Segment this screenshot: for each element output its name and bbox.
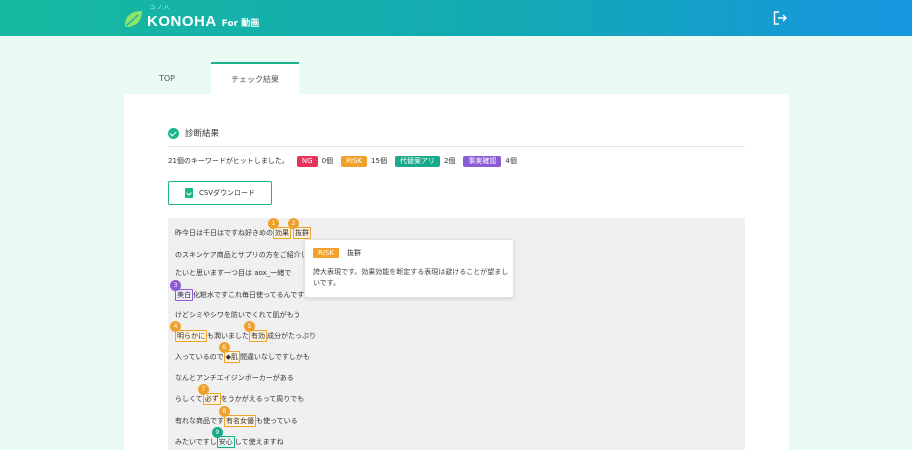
tooltip-description: 誇大表現です。効果効能を断定する表現は避けることが望ましいです。 bbox=[313, 268, 509, 287]
keyword-number: 1 bbox=[268, 218, 279, 229]
line-text: なんとアンチエイジンボーカーがある bbox=[175, 374, 294, 382]
keyword-highlight[interactable]: 7 必ず bbox=[197, 384, 221, 405]
keyword-number: 5 bbox=[244, 321, 255, 332]
line-text: 成分がたっぷり bbox=[267, 332, 316, 340]
ng-count: 0個 bbox=[321, 157, 334, 165]
result-summary: 21個のキーワードがヒットしました。 NG 0個 RISK 15個 代替案アリ … bbox=[168, 155, 517, 167]
logout-icon[interactable] bbox=[772, 10, 788, 26]
leaf-icon bbox=[123, 9, 143, 29]
keyword-highlight[interactable]: 1 効果 bbox=[268, 218, 291, 239]
line-text: して使えますね bbox=[234, 438, 284, 446]
keyword-highlight[interactable]: 2 抜群 bbox=[288, 218, 311, 239]
tooltip-keyword: 抜群 bbox=[346, 249, 361, 257]
logo-main-text: KONOHA bbox=[147, 12, 217, 30]
transcript-line: なんとアンチエイジンボーカーがある bbox=[175, 371, 294, 385]
keyword-text: 効果 bbox=[275, 229, 289, 237]
divider bbox=[168, 146, 745, 147]
transcript-line: たいと思います一つ目は aox_一緒で bbox=[175, 266, 291, 280]
transcript-line: らしくて 7 必ず をうかがえるって周りでも bbox=[175, 384, 305, 406]
check-circle-icon bbox=[168, 127, 179, 139]
csv-download-button[interactable]: CSVダウンロード bbox=[168, 181, 272, 205]
keyword-highlight[interactable]: 6 ◆肌 bbox=[218, 342, 241, 363]
keyword-text: 安心 bbox=[218, 438, 233, 446]
transcript-line: 昨今日は千日はですね好きめの 1 効果 2 抜群 bbox=[175, 218, 311, 240]
tooltip-risk-badge: RISK bbox=[313, 248, 339, 258]
keyword-text: 有名女優 bbox=[226, 417, 254, 425]
alternative-badge: 代替案アリ bbox=[394, 155, 440, 167]
fact-check-badge: 事実確認 bbox=[463, 155, 502, 167]
logo-ruby-text: コノハ bbox=[150, 5, 172, 11]
fact-check-count: 4個 bbox=[505, 157, 517, 165]
keyword-highlight[interactable]: 3 美白 bbox=[170, 280, 193, 301]
keyword-text: 美白 bbox=[177, 291, 191, 299]
line-text: けどシミやシワを防いでくれて肌がもう bbox=[175, 311, 301, 319]
logo-sub-text: For 動画 bbox=[221, 18, 260, 29]
transcript-line: けどシミやシワを防いでくれて肌がもう bbox=[175, 308, 300, 322]
transcript-line: みたいですし 9 安心 して使えますね bbox=[175, 427, 284, 449]
tooltip-header: RISK 抜群 bbox=[313, 248, 361, 258]
keyword-number: 4 bbox=[170, 321, 181, 332]
tab-top[interactable]: TOP bbox=[124, 62, 210, 94]
ng-badge: NG bbox=[296, 155, 318, 167]
keyword-highlight[interactable]: 4 明らかに bbox=[170, 321, 207, 342]
line-text: らしくて bbox=[175, 395, 203, 403]
keyword-number: 9 bbox=[211, 427, 223, 438]
keyword-text: 必ず bbox=[204, 395, 219, 403]
keyword-text: 抜群 bbox=[295, 229, 309, 237]
line-text: をうかがえるって周りでも bbox=[220, 395, 305, 403]
keyword-number: 3 bbox=[170, 280, 181, 291]
alternative-count: 2個 bbox=[443, 157, 456, 165]
line-text: みたいですし bbox=[175, 438, 217, 446]
keyword-text: ◆肌 bbox=[225, 353, 239, 361]
transcript-line: のスキンケア商品とサプリの方をご紹介し bbox=[175, 248, 308, 262]
summary-text: 21個のキーワードがヒットしました。 bbox=[168, 157, 289, 165]
transcript-line: 4 明らかに も潤いました 5 有効 成分がたっぷり bbox=[170, 321, 316, 343]
line-text: 化粧水ですこれ毎日使ってるんです bbox=[193, 291, 305, 299]
line-text: 昨今日は千日はですね好きめの bbox=[175, 229, 273, 237]
csv-download-label: CSVダウンロード bbox=[198, 189, 256, 197]
risk-count: 15個 bbox=[371, 157, 387, 165]
keyword-highlight[interactable]: 9 安心 bbox=[211, 427, 235, 448]
line-text: も使っている bbox=[256, 417, 298, 425]
transcript-line: 3 美白 化粧水ですこれ毎日使ってるんです bbox=[170, 280, 305, 302]
keyword-number: 6 bbox=[218, 342, 230, 353]
transcript-line: 入っているので 6 ◆肌 間違いなしですしかも bbox=[175, 342, 310, 364]
line-text: も潤いました bbox=[207, 332, 249, 340]
tab-check-result[interactable]: チェック結果 bbox=[211, 62, 299, 94]
top-bar: KONOHA For 動画 コノハ bbox=[0, 0, 912, 36]
risk-badge: RISK bbox=[341, 155, 368, 167]
keyword-number: 7 bbox=[197, 384, 209, 395]
download-icon bbox=[184, 188, 193, 198]
keyword-highlight[interactable]: 5 有効 bbox=[244, 321, 267, 342]
line-text: 入っているので bbox=[175, 353, 224, 361]
keyword-text: 有効 bbox=[251, 332, 265, 340]
keyword-number: 8 bbox=[219, 406, 230, 417]
line-text: 有れな商品です bbox=[175, 417, 224, 425]
keyword-text: 明らかに bbox=[177, 332, 205, 340]
line-text: たいと思います一つ目は aox_一緒で bbox=[175, 269, 292, 277]
line-text: 間違いなしですしかも bbox=[240, 353, 310, 361]
result-title-row: 診断結果 bbox=[168, 127, 219, 139]
line-text: のスキンケア商品とサプリの方をご紹介し bbox=[175, 251, 308, 259]
transcript-line: 有れな商品です 8 有名女優 も使っている bbox=[175, 406, 298, 428]
result-title: 診断結果 bbox=[185, 129, 220, 139]
keyword-tooltip: RISK 抜群 誇大表現です。効果効能を断定する表現は避けることが望ましいです。 bbox=[304, 239, 514, 298]
keyword-number: 2 bbox=[288, 218, 299, 229]
konoha-logo[interactable]: KONOHA For 動画 bbox=[123, 8, 259, 30]
keyword-highlight[interactable]: 8 有名女優 bbox=[219, 406, 256, 427]
